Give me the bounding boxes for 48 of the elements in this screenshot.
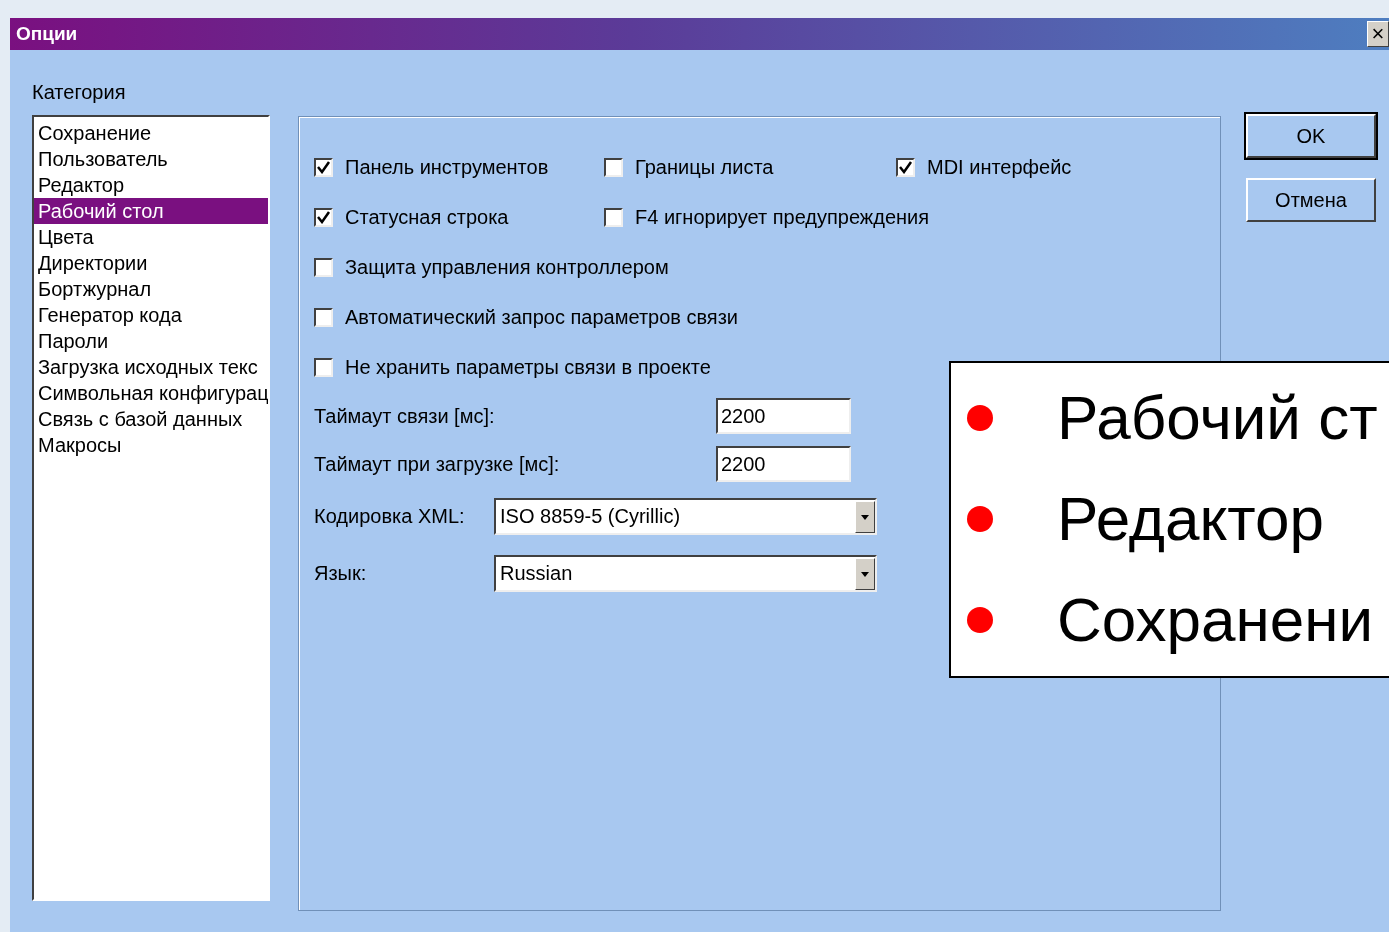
field-label: Таймаут связи [мс]: — [314, 404, 496, 428]
category-item[interactable]: Рабочий стол — [34, 198, 268, 224]
dropdown[interactable]: ISO 8859-5 (Cyrillic) — [494, 498, 877, 535]
field-label: Таймаут при загрузке [мс]: — [314, 452, 561, 476]
category-item[interactable]: Сохранение — [34, 120, 268, 146]
checkbox-option[interactable]: Границы листа — [604, 155, 774, 179]
callout-text: Редактор — [1057, 483, 1324, 554]
checkbox-option[interactable]: Не хранить параметры связи в проекте — [314, 355, 711, 379]
checkbox-option[interactable]: Панель инструментов — [314, 155, 549, 179]
input-field[interactable]: 2200 — [716, 446, 851, 482]
category-item[interactable]: Пользователь — [34, 146, 268, 172]
checkbox-option[interactable]: MDI интерфейс — [896, 155, 1072, 179]
category-item[interactable]: Символьная конфигурац — [34, 380, 268, 406]
category-label: Категория — [32, 80, 127, 105]
checkbox[interactable] — [314, 157, 333, 177]
callout-text: Рабочий ст — [1057, 382, 1378, 453]
checkbox[interactable] — [314, 307, 333, 327]
category-item[interactable]: Генератор кода — [34, 302, 268, 328]
category-item[interactable]: Связь с базой данных — [34, 406, 268, 432]
category-item[interactable]: Загрузка исходных текс — [34, 354, 268, 380]
category-item[interactable]: Макросы — [34, 432, 268, 458]
checkbox-option[interactable]: Защита управления контроллером — [314, 255, 669, 279]
checkbox[interactable] — [896, 157, 915, 177]
close-button[interactable]: × — [1367, 21, 1389, 47]
category-item[interactable]: Редактор — [34, 172, 268, 198]
category-item[interactable]: Директории — [34, 250, 268, 276]
input-field[interactable]: 2200 — [716, 398, 851, 434]
bullet-icon — [967, 404, 993, 431]
bullet-icon — [967, 606, 993, 633]
checkbox[interactable] — [314, 257, 333, 277]
checkbox[interactable] — [604, 207, 623, 227]
window-title: Опции — [15, 23, 78, 45]
dropdown[interactable]: Russian — [494, 555, 877, 592]
checkbox-option[interactable]: Статусная строка — [314, 205, 509, 229]
bullet-icon — [967, 505, 993, 532]
category-item[interactable]: Пароли — [34, 328, 268, 354]
category-item[interactable]: Бортжурнал — [34, 276, 268, 302]
checkbox-option[interactable]: F4 игнорирует предупреждения — [604, 205, 930, 229]
checkbox[interactable] — [314, 207, 333, 227]
dialog-button[interactable]: Отмена — [1246, 178, 1376, 222]
field-label: Кодировка XML: — [314, 505, 466, 528]
checkbox-option[interactable]: Автоматический запрос параметров связи — [314, 305, 739, 329]
callout-text: Сохранени — [1057, 584, 1374, 655]
field-label: Язык: — [314, 562, 368, 585]
category-item[interactable]: Цвета — [34, 224, 268, 250]
checkbox[interactable] — [314, 357, 333, 377]
dialog-button[interactable]: OK — [1246, 114, 1376, 158]
checkbox[interactable] — [604, 157, 623, 177]
